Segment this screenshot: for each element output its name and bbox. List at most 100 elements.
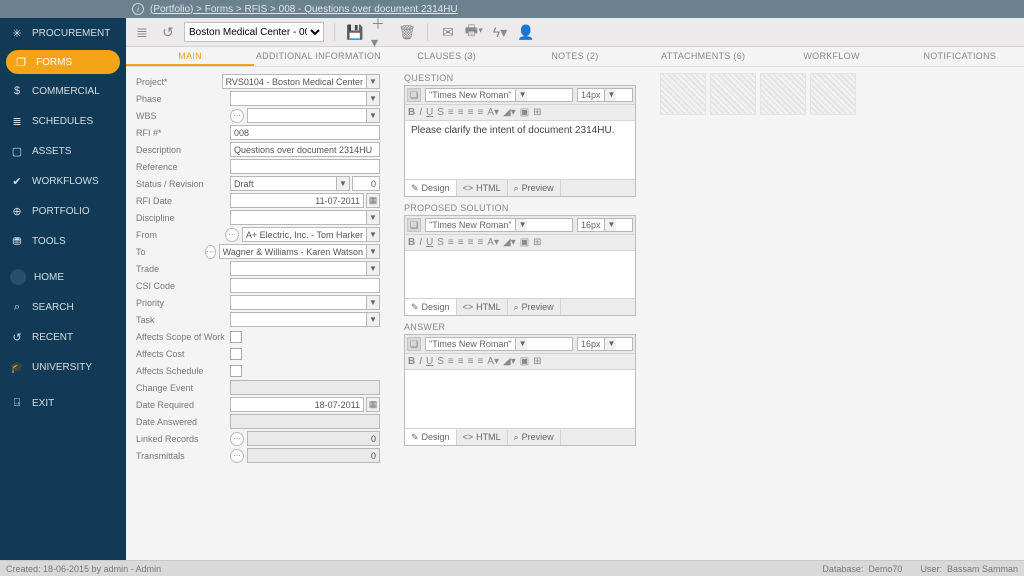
status-field[interactable]: Draft▼ <box>230 176 350 191</box>
sidebar-item-forms[interactable]: ❐FORMS <box>6 50 120 74</box>
linked-picker-button[interactable]: ⋯ <box>230 432 244 446</box>
bold-icon[interactable]: B <box>408 356 415 367</box>
color-icon[interactable]: A▾ <box>487 107 499 118</box>
question-body[interactable]: Please clarify the intent of document 23… <box>405 121 635 179</box>
highlight-icon[interactable]: ◢▾ <box>503 107 516 118</box>
bolt-icon[interactable]: ϟ▾ <box>490 22 510 42</box>
font-family-select[interactable]: "Times New Roman"▼ <box>425 88 573 102</box>
strike-icon[interactable]: S <box>437 356 444 367</box>
preview-tab[interactable]: ⌕Preview <box>508 299 561 315</box>
tab-notifications[interactable]: NOTIFICATIONS <box>896 47 1024 66</box>
wbs-picker-button[interactable]: ⋯ <box>230 109 244 123</box>
font-size-select[interactable]: 16px▼ <box>577 337 633 351</box>
add-icon[interactable]: ＋▾ <box>371 22 391 42</box>
scope-checkbox[interactable] <box>230 331 242 343</box>
schedule-checkbox[interactable] <box>230 365 242 377</box>
italic-icon[interactable]: I <box>419 356 422 367</box>
description-field[interactable]: Questions over document 2314HU <box>230 142 380 157</box>
align-justify-icon[interactable]: ≡ <box>477 356 483 367</box>
format-icon[interactable]: ❏ <box>407 88 421 102</box>
sidebar-item-university[interactable]: 🎓UNIVERSITY <box>0 352 126 382</box>
rfidate-field[interactable]: 11-07-2011 <box>230 193 364 208</box>
preview-tab[interactable]: ⌕Preview <box>508 180 561 196</box>
strike-icon[interactable]: S <box>437 237 444 248</box>
print-icon[interactable]: 🖶▾ <box>464 22 484 42</box>
strike-icon[interactable]: S <box>437 107 444 118</box>
attachment-thumbnail[interactable] <box>710 73 756 115</box>
font-family-select[interactable]: "Times New Roman"▼ <box>425 337 573 351</box>
align-left-icon[interactable]: ≡ <box>448 356 454 367</box>
preview-tab[interactable]: ⌕Preview <box>508 429 561 445</box>
tab-main[interactable]: MAIN <box>126 47 254 66</box>
attachment-thumbnail[interactable] <box>660 73 706 115</box>
bold-icon[interactable]: B <box>408 107 415 118</box>
highlight-icon[interactable]: ◢▾ <box>503 237 516 248</box>
breadcrumb[interactable]: (Portfolio) > Forms > RFIS > 008 - Quest… <box>150 4 458 15</box>
list-icon[interactable]: ≣ <box>132 22 152 42</box>
sidebar-item-assets[interactable]: ▢ASSETS <box>0 136 126 166</box>
align-justify-icon[interactable]: ≡ <box>477 107 483 118</box>
table-icon[interactable]: ⊞ <box>533 107 541 118</box>
align-left-icon[interactable]: ≡ <box>448 107 454 118</box>
datereq-field[interactable]: 18-07-2011 <box>230 397 364 412</box>
phase-field[interactable]: ▼ <box>230 91 380 106</box>
sidebar-item-exit[interactable]: ⍈EXIT <box>0 388 126 418</box>
rfino-field[interactable]: 008 <box>230 125 380 140</box>
image-icon[interactable]: ▣ <box>520 237 529 248</box>
trans-picker-button[interactable]: ⋯ <box>230 449 244 463</box>
sidebar-item-workflows[interactable]: ✔WORKFLOWS <box>0 166 126 196</box>
italic-icon[interactable]: I <box>419 237 422 248</box>
delete-icon[interactable]: 🗑 <box>397 22 417 42</box>
answer-body[interactable] <box>405 370 635 428</box>
calendar-icon[interactable]: ▦ <box>366 193 380 208</box>
history-icon[interactable]: ↺ <box>158 22 178 42</box>
reference-field[interactable] <box>230 159 380 174</box>
design-tab[interactable]: ✎Design <box>405 180 457 196</box>
align-center-icon[interactable]: ≡ <box>458 107 464 118</box>
priority-field[interactable]: ▼ <box>230 295 380 310</box>
solution-body[interactable] <box>405 251 635 298</box>
underline-icon[interactable]: U <box>426 237 433 248</box>
align-right-icon[interactable]: ≡ <box>468 356 474 367</box>
to-field[interactable]: Wagner & Williams - Karen Watson▼ <box>219 244 380 259</box>
attachment-thumbnail[interactable] <box>810 73 856 115</box>
sidebar-item-search[interactable]: ⌕SEARCH <box>0 292 126 322</box>
save-icon[interactable]: 💾 <box>345 22 365 42</box>
underline-icon[interactable]: U <box>426 107 433 118</box>
trade-field[interactable]: ▼ <box>230 261 380 276</box>
table-icon[interactable]: ⊞ <box>533 356 541 367</box>
image-icon[interactable]: ▣ <box>520 107 529 118</box>
italic-icon[interactable]: I <box>419 107 422 118</box>
underline-icon[interactable]: U <box>426 356 433 367</box>
html-tab[interactable]: <>HTML <box>457 180 508 196</box>
html-tab[interactable]: <>HTML <box>457 299 508 315</box>
font-size-select[interactable]: 16px▼ <box>577 218 633 232</box>
design-tab[interactable]: ✎Design <box>405 429 457 445</box>
wbs-field[interactable]: ▼ <box>247 108 380 123</box>
discipline-field[interactable]: ▼ <box>230 210 380 225</box>
tab-attachments[interactable]: ATTACHMENTS (6) <box>639 47 767 66</box>
tab-notes[interactable]: NOTES (2) <box>511 47 639 66</box>
from-picker-button[interactable]: ⋯ <box>225 228 238 242</box>
align-left-icon[interactable]: ≡ <box>448 237 454 248</box>
format-icon[interactable]: ❏ <box>407 337 421 351</box>
csi-field[interactable] <box>230 278 380 293</box>
design-tab[interactable]: ✎Design <box>405 299 457 315</box>
format-icon[interactable]: ❏ <box>407 218 421 232</box>
tab-additional[interactable]: ADDITIONAL INFORMATION <box>254 47 382 66</box>
color-icon[interactable]: A▾ <box>487 356 499 367</box>
attachment-thumbnail[interactable] <box>760 73 806 115</box>
sidebar-item-schedules[interactable]: ≣SCHEDULES <box>0 106 126 136</box>
align-right-icon[interactable]: ≡ <box>468 237 474 248</box>
font-family-select[interactable]: "Times New Roman"▼ <box>425 218 573 232</box>
highlight-icon[interactable]: ◢▾ <box>503 356 516 367</box>
sidebar-item-procurement[interactable]: ✳PROCUREMENT <box>0 18 126 48</box>
sidebar-item-portfolio[interactable]: ⊕PORTFOLIO <box>0 196 126 226</box>
sidebar-item-commercial[interactable]: $COMMERCIAL <box>0 76 126 106</box>
project-field[interactable]: RVS0104 - Boston Medical Center▼ <box>222 74 380 89</box>
info-icon[interactable]: i <box>132 3 144 15</box>
html-tab[interactable]: <>HTML <box>457 429 508 445</box>
revision-field[interactable]: 0 <box>352 176 380 191</box>
tab-clauses[interactable]: CLAUSES (3) <box>383 47 511 66</box>
cost-checkbox[interactable] <box>230 348 242 360</box>
